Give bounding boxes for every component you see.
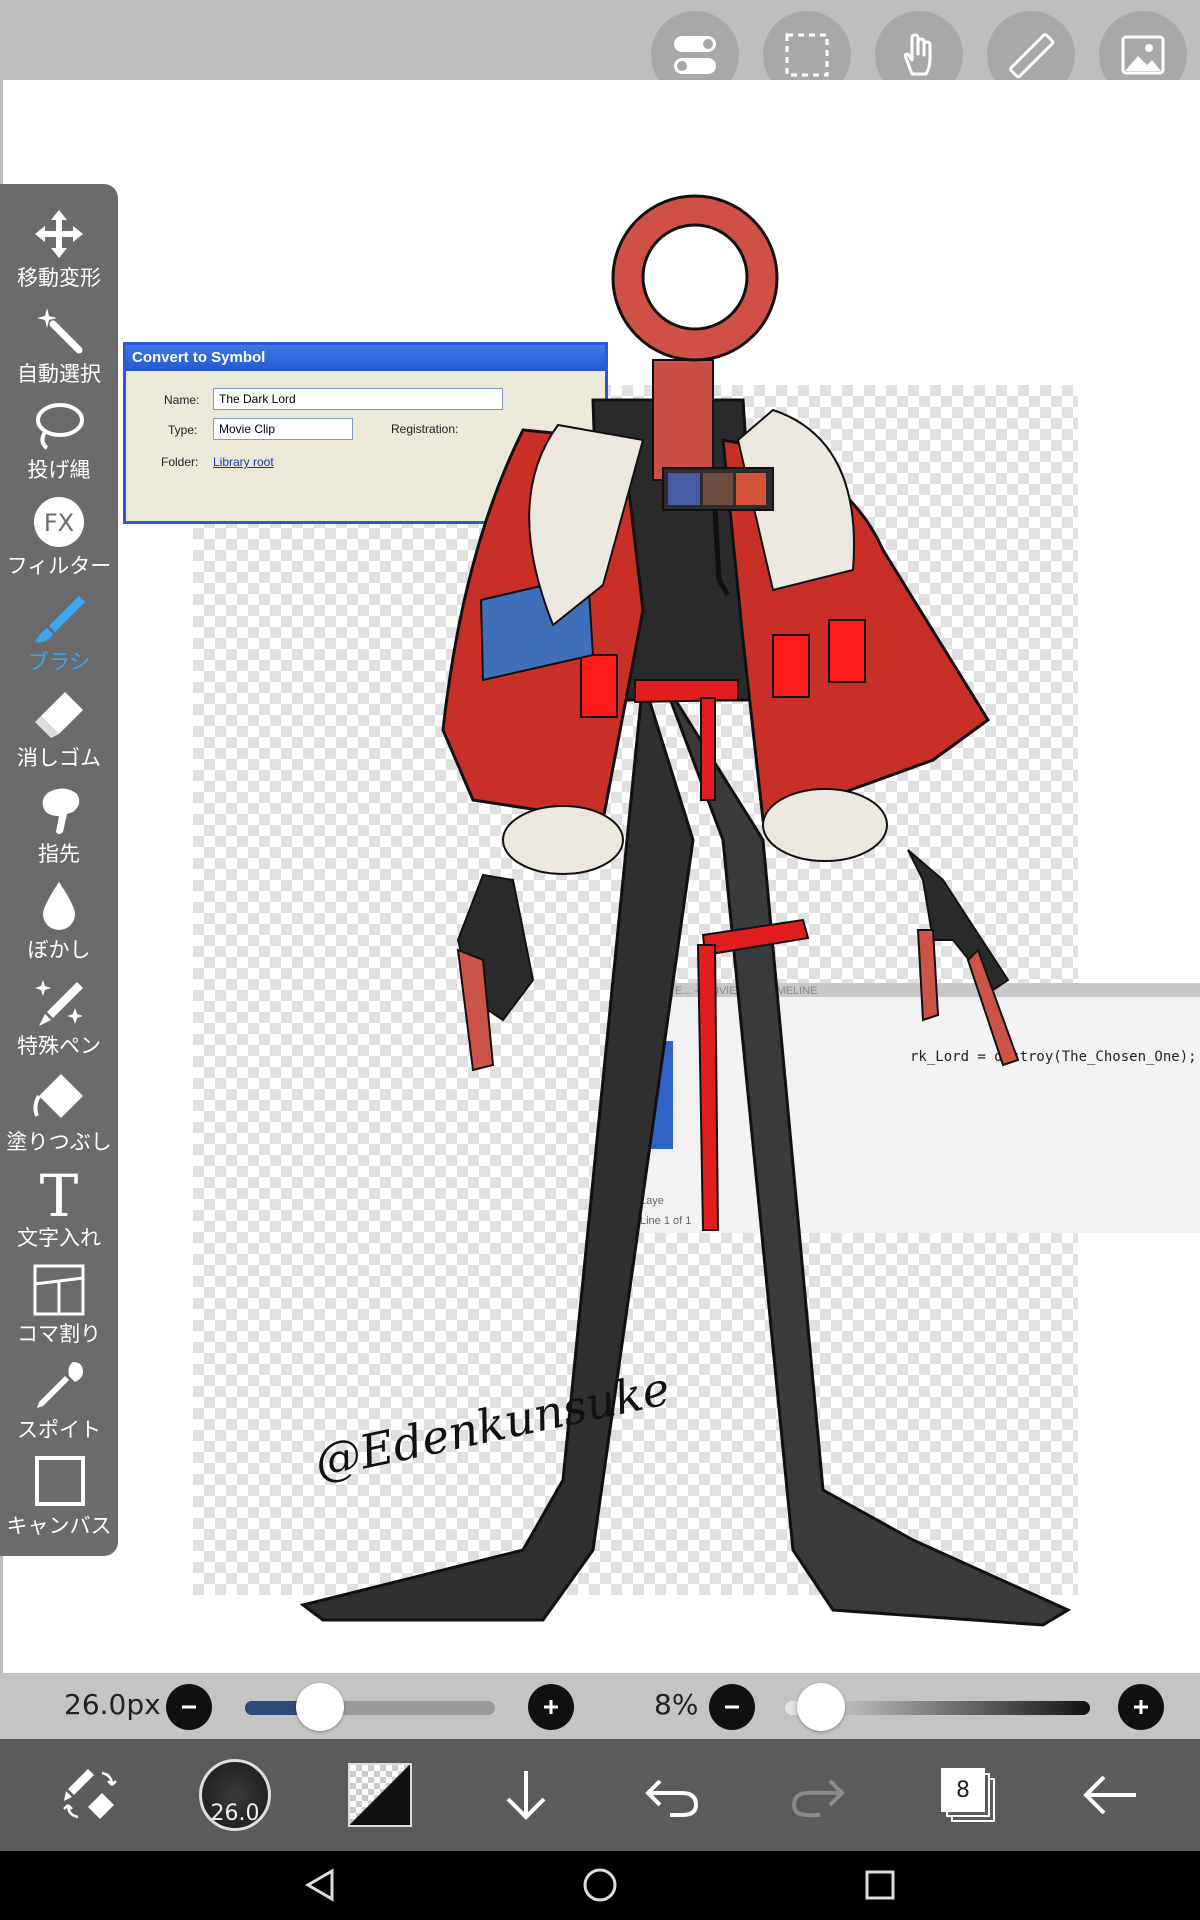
text-icon-glyph: T bbox=[40, 1166, 79, 1222]
tool-label: フィルター bbox=[6, 554, 112, 578]
opacity-value: 8% bbox=[654, 1688, 699, 1721]
plus-icon bbox=[1134, 1700, 1148, 1714]
tool-label: スポイト bbox=[17, 1418, 101, 1442]
nav-back-button[interactable] bbox=[290, 1859, 350, 1911]
tool-label: 塗りつぶし bbox=[6, 1130, 112, 1154]
eraser-icon bbox=[35, 692, 83, 738]
tool-magic-wand[interactable]: 自動選択 bbox=[0, 300, 118, 396]
tool-label: ぼかし bbox=[27, 938, 91, 962]
brush-preview: 26.0 bbox=[199, 1759, 271, 1831]
tool-canvas[interactable]: キャンバス bbox=[0, 1452, 118, 1548]
undo-icon bbox=[645, 1779, 699, 1817]
brush-icon bbox=[35, 596, 85, 643]
blur-drop-icon bbox=[43, 882, 75, 930]
layers-button[interactable]: 8 bbox=[928, 1739, 1008, 1851]
lasso-icon bbox=[36, 403, 84, 450]
opacity-increase-button[interactable] bbox=[1118, 1684, 1164, 1730]
tool-label: 消しゴム bbox=[17, 746, 101, 770]
tool-label: 指先 bbox=[38, 842, 80, 866]
top-toolbar bbox=[0, 0, 1200, 99]
brush-size-track[interactable] bbox=[245, 1701, 495, 1715]
minus-icon bbox=[725, 1705, 739, 1709]
color-swatch bbox=[348, 1763, 412, 1827]
tool-eraser[interactable]: 消しゴム bbox=[0, 684, 118, 780]
eyedropper-icon bbox=[37, 1362, 83, 1408]
download-button[interactable] bbox=[486, 1739, 566, 1851]
fx-icon: FX bbox=[34, 497, 84, 547]
tool-text[interactable]: T 文字入れ bbox=[0, 1164, 118, 1260]
ruler-icon bbox=[1009, 33, 1055, 79]
canvas-icon bbox=[35, 1456, 85, 1506]
plus-icon bbox=[544, 1700, 558, 1714]
special-pen-icon bbox=[35, 980, 83, 1026]
tool-filter[interactable]: FX フィルター bbox=[0, 492, 118, 588]
layer-count: 8 bbox=[941, 1768, 985, 1812]
tool-label: コマ割り bbox=[17, 1322, 101, 1346]
tool-move-transform[interactable]: 移動変形 bbox=[0, 204, 118, 300]
color-button[interactable] bbox=[340, 1739, 420, 1851]
square-recents-icon bbox=[865, 1870, 895, 1900]
tool-label: キャンバス bbox=[6, 1514, 112, 1538]
brush-preview-size: 26.0 bbox=[210, 1801, 260, 1826]
tool-label: 移動変形 bbox=[17, 266, 101, 290]
tool-label: 文字入れ bbox=[17, 1226, 101, 1250]
brush-size-decrease-button[interactable] bbox=[166, 1684, 212, 1730]
toggle-switch-icon bbox=[674, 36, 716, 74]
ibis-paint-app: Convert to Symbol Name: The Dark Lord Ty… bbox=[0, 0, 1200, 1920]
tool-panel: 移動変形 自動選択 投げ縄 FX フィルター ブラシ 消しゴム 指先 ぼかし 特… bbox=[0, 184, 118, 1556]
fill-bucket-icon bbox=[33, 1074, 83, 1118]
dashed-rect-icon bbox=[785, 33, 829, 77]
tool-brush[interactable]: ブラシ bbox=[0, 588, 118, 684]
brush-size-slider-knob[interactable] bbox=[296, 1683, 344, 1731]
nav-recents-button[interactable] bbox=[850, 1859, 910, 1911]
system-nav-bar bbox=[0, 1851, 1200, 1920]
quick-switch-button[interactable] bbox=[50, 1739, 130, 1851]
arrow-down-icon bbox=[506, 1771, 546, 1820]
image-icon bbox=[1121, 35, 1165, 75]
tool-special-pen[interactable]: 特殊ペン bbox=[0, 972, 118, 1068]
magic-wand-icon bbox=[37, 308, 83, 354]
tool-label: 特殊ペン bbox=[17, 1034, 101, 1058]
tool-finger[interactable]: 指先 bbox=[0, 780, 118, 876]
bottom-toolbar: 26.0 8 bbox=[0, 1739, 1200, 1851]
brush-size-increase-button[interactable] bbox=[528, 1684, 574, 1730]
back-button[interactable] bbox=[1070, 1739, 1150, 1851]
brush-settings-button[interactable]: 26.0 bbox=[190, 1739, 280, 1851]
arrow-left-icon bbox=[1083, 1775, 1136, 1815]
undo-button[interactable] bbox=[632, 1739, 712, 1851]
brush-size-value: 26.0px bbox=[64, 1688, 161, 1721]
foreground-color bbox=[350, 1765, 410, 1825]
brush-slider-bar: 26.0px 8% bbox=[0, 1673, 1200, 1739]
tool-fill[interactable]: 塗りつぶし bbox=[0, 1068, 118, 1164]
nav-home-button[interactable] bbox=[570, 1859, 630, 1911]
redo-icon bbox=[791, 1779, 845, 1817]
tool-frame-divide[interactable]: コマ割り bbox=[0, 1260, 118, 1356]
hand-pointer-icon bbox=[903, 33, 932, 76]
character-illustration bbox=[299, 194, 1072, 1627]
drawing-canvas[interactable]: Convert to Symbol Name: The Dark Lord Ty… bbox=[3, 80, 1200, 1673]
circle-home-icon bbox=[583, 1868, 617, 1902]
tool-eyedropper[interactable]: スポイト bbox=[0, 1356, 118, 1452]
opacity-slider-knob[interactable] bbox=[797, 1683, 845, 1731]
triangle-back-icon bbox=[305, 1868, 334, 1902]
opacity-decrease-button[interactable] bbox=[709, 1684, 755, 1730]
tool-label: 自動選択 bbox=[17, 362, 101, 386]
fx-icon-text: FX bbox=[44, 509, 74, 537]
tool-label: 投げ縄 bbox=[27, 458, 91, 482]
pen-eraser-swap-icon bbox=[63, 1769, 117, 1819]
text-icon: T bbox=[40, 1166, 79, 1222]
tool-blur[interactable]: ぼかし bbox=[0, 876, 118, 972]
layers-icon: 8 bbox=[939, 1766, 997, 1824]
tool-label: ブラシ bbox=[27, 650, 91, 674]
move-arrows-icon bbox=[35, 210, 83, 258]
tool-lasso[interactable]: 投げ縄 bbox=[0, 396, 118, 492]
frame-divide-icon bbox=[33, 1264, 85, 1316]
redo-button[interactable] bbox=[778, 1739, 858, 1851]
finger-smudge-icon bbox=[42, 788, 80, 834]
minus-icon bbox=[182, 1705, 196, 1709]
